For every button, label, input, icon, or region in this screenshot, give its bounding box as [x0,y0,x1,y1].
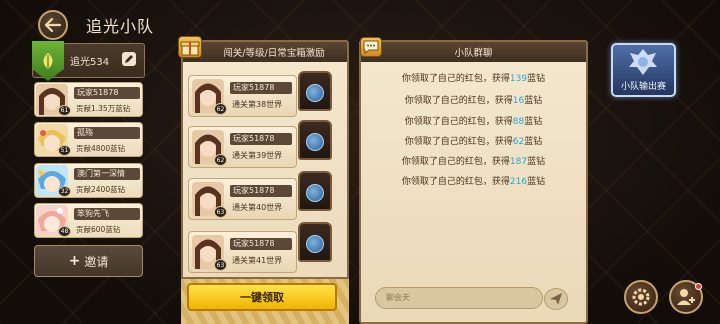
chest-seal-icon [306,184,324,202]
chat-message: 你领取了自己的红包，获得216蓝钻 [359,174,588,187]
chat-panel-header: 小队群聊 [361,42,586,62]
chat-message-text: 你领取了自己的红包，获得 [401,157,510,167]
back-button[interactable] [38,10,68,40]
leader-name: 追光534 [70,57,110,68]
reward-player-name: 玩家51878 [230,238,292,250]
member-card[interactable]: 32 澳门第一深情 贡献2400蓝钻 [34,163,143,198]
gear-icon [632,288,650,306]
back-arrow-icon [44,18,62,32]
member-name: 孤殇 [74,127,140,139]
chat-message-unit: 蓝钻 [524,96,543,106]
reward-chest[interactable] [298,71,332,111]
chat-message-unit: 蓝钻 [524,117,543,127]
claim-all-button[interactable]: 一键领取 [187,283,337,311]
paper-plane-icon [550,293,562,305]
chat-message-amount: 187 [509,157,528,167]
reward-stage: 通关第39世界 [232,151,283,160]
rewards-panel-header: 闯关/等级/日常宝箱激励 [183,42,347,62]
reward-stage: 通关第38世界 [232,100,283,109]
member-card[interactable]: 48 笨狗先飞 贡献600蓝钻 [34,203,143,238]
chest-seal-icon [306,133,324,151]
invite-button[interactable]: + 邀请 [34,245,143,277]
leaf-icon [43,53,53,69]
chat-message-unit: 蓝钻 [524,137,543,147]
chat-message: 你领取了自己的红包，获得88蓝钻 [359,114,588,127]
invite-label: 邀请 [84,254,109,269]
chat-message-amount: 62 [512,137,525,147]
reward-stage: 通关第40世界 [232,203,283,212]
chat-message-unit: 蓝钻 [527,177,546,187]
member-level-badge: 51 [58,145,71,156]
edit-name-icon[interactable] [122,52,136,66]
reward-stage: 通关第41世界 [232,256,283,265]
reward-chest[interactable] [298,171,332,211]
team-output-event-label: 小队输出赛 [620,82,666,92]
member-level-badge: 48 [58,226,71,237]
send-button[interactable] [544,288,568,310]
chat-message: 你领取了自己的红包，获得62蓝钻 [359,134,588,147]
gift-icon [178,36,202,58]
chat-message-text: 你领取了自己的红包，获得 [404,137,513,147]
settings-button[interactable] [624,280,658,314]
member-name: 玩家51878 [74,87,140,99]
reward-chest[interactable] [298,222,332,262]
chat-message-amount: 88 [512,117,525,127]
member-name: 澳门第一深情 [74,168,140,180]
member-card[interactable]: 61 玩家51878 贡献1.35万蓝钻 [34,82,143,117]
chat-message: 你领取了自己的红包，获得139蓝钻 [359,71,588,84]
chat-message-amount: 216 [509,177,528,187]
chat-message: 你领取了自己的红包，获得16蓝钻 [359,93,588,106]
reward-row: 63 玩家51878 通关第40世界 [188,178,297,220]
member-contribution: 贡献1.35万蓝钻 [76,104,131,113]
member-contribution: 贡献4800蓝钻 [76,144,126,153]
chat-message-amount: 139 [509,74,528,84]
pencil-icon [125,55,133,63]
reward-level-badge: 63 [214,259,227,271]
reward-player-name: 玩家51878 [230,133,292,145]
notification-dot [695,283,702,290]
reward-player-name: 玩家51878 [230,82,292,94]
chat-message-text: 你领取了自己的红包，获得 [401,177,510,187]
reward-chest[interactable] [298,120,332,160]
reward-player-name: 玩家51878 [230,185,292,197]
plus-icon: + [68,253,81,269]
reward-level-badge: 63 [214,206,227,218]
reward-level-badge: 62 [214,103,227,115]
chat-message: 你领取了自己的红包，获得187蓝钻 [359,154,588,167]
member-level-badge: 32 [58,186,71,197]
trophy-emblem-icon [629,49,657,75]
add-user-icon [677,289,695,305]
chat-message-text: 你领取了自己的红包，获得 [404,117,513,127]
member-card[interactable]: 51 孤殇 贡献4800蓝钻 [34,122,143,157]
chat-message-unit: 蓝钻 [527,74,546,84]
member-contribution: 贡献2400蓝钻 [76,185,126,194]
reward-row: 63 玩家51878 通关第41世界 [188,231,297,273]
chest-seal-icon [306,235,324,253]
member-name: 笨狗先飞 [74,208,140,220]
chest-seal-icon [306,84,324,102]
chat-input[interactable]: 聊会天 [375,287,543,309]
reward-row: 62 玩家51878 通关第39世界 [188,126,297,168]
member-level-badge: 61 [58,105,71,116]
chat-panel-title: 小队群聊 [454,48,493,59]
rewards-panel-title: 闯关/等级/日常宝箱激励 [223,48,325,59]
chat-message-unit: 蓝钻 [527,157,546,167]
reward-row: 62 玩家51878 通关第38世界 [188,75,297,117]
chat-message-text: 你领取了自己的红包，获得 [401,74,510,84]
member-contribution: 贡献600蓝钻 [76,225,121,234]
chat-message-text: 你领取了自己的红包，获得 [404,96,513,106]
reward-level-badge: 62 [214,154,227,166]
chat-message-amount: 16 [512,96,525,106]
team-title: 追光小队 [86,17,155,36]
chat-bubble-icon [360,37,382,57]
